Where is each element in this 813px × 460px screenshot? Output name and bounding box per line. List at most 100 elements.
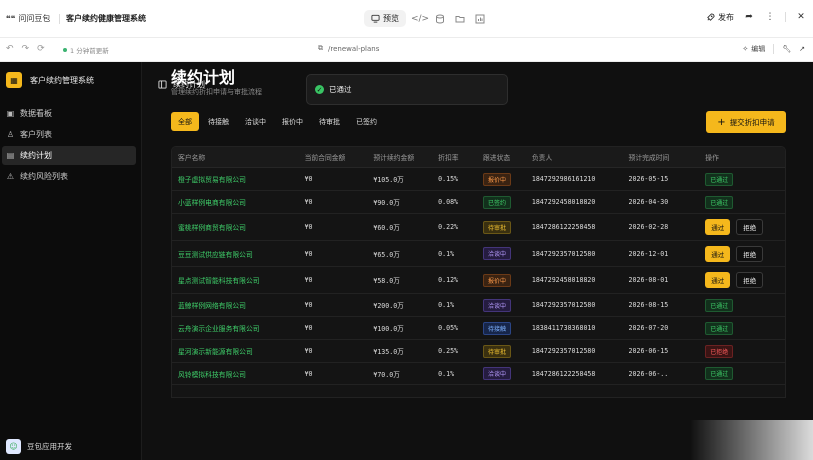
discount-rate: 0.15% <box>438 175 459 183</box>
customer-name-link[interactable]: 橙子虚拟贸易有限公司 <box>172 174 299 184</box>
customer-name-link[interactable]: 星河演示新能源有限公司 <box>172 346 299 356</box>
plus-icon: + <box>717 116 726 128</box>
customer-name-link[interactable]: 小蓝样例电商有限公司 <box>172 197 299 207</box>
warning-icon: ⚠ <box>6 172 15 181</box>
approve-button[interactable]: 通过 <box>705 219 731 235</box>
external-link-icon[interactable]: ↗ <box>799 45 805 53</box>
nav-controls: ↶ ↷ ⟳ <box>6 44 45 54</box>
expected-renewal-amount: ¥200.0万 <box>373 302 404 310</box>
save-status-text: 1 分钟前更新 <box>70 47 109 55</box>
chart-icon[interactable] <box>474 13 486 25</box>
filter-tab-negotiating[interactable]: 洽谈中 <box>238 112 273 131</box>
folder-icon[interactable] <box>454 13 466 25</box>
owner-id: 1847292357012580 <box>531 347 596 355</box>
page-title: 续约计划 <box>171 68 236 87</box>
status-cell: 洽谈中 <box>477 367 526 380</box>
customer-name-link[interactable]: 豆豆测试供应链有限公司 <box>172 249 299 259</box>
database-icon[interactable] <box>434 13 446 25</box>
status-badge: 待审批 <box>483 220 512 234</box>
sidebar-footer[interactable]: ☺ 豆包应用开发 <box>6 439 72 454</box>
preview-button[interactable]: 预览 <box>364 10 406 27</box>
column-header: 折扣率 <box>438 154 459 162</box>
sidebar-brand-name: 客户续约管理系统 <box>30 75 94 85</box>
wrench-icon[interactable]: 🔧︎ <box>782 45 791 53</box>
expected-renewal-amount: ¥58.0万 <box>373 277 400 285</box>
customer-name-link[interactable]: 蓝鲸样例网络有限公司 <box>172 300 299 310</box>
customer-name-link[interactable]: 云舟演示企业服务有限公司 <box>172 323 299 333</box>
owner-id: 1847292357012580 <box>531 301 596 309</box>
status-badge: 报价中 <box>483 172 512 186</box>
more-icon[interactable]: ⋮ <box>764 11 776 23</box>
current-contract-amount: ¥0 <box>304 369 313 378</box>
sidebar-item-label: 客户列表 <box>20 130 52 139</box>
column-header: 预计完成时间 <box>628 154 670 162</box>
discount-rate: 0.1% <box>438 301 455 309</box>
action-cell: 已通过 <box>699 172 785 186</box>
expected-renewal-amount: ¥70.0万 <box>373 370 400 379</box>
due-date: 2026-08-15 <box>628 301 669 309</box>
edit-button[interactable]: ✧ 编辑 <box>742 44 765 54</box>
due-date: 2026-12-01 <box>628 249 669 258</box>
code-icon[interactable]: </> <box>411 13 429 25</box>
close-icon[interactable]: ✕ <box>795 11 807 23</box>
filter-tab-pending-approval[interactable]: 待审批 <box>312 112 347 131</box>
owner-id: 1847292458018820 <box>531 198 596 206</box>
monitor-icon <box>371 14 380 23</box>
approval-result-badge: 已通过 <box>705 321 734 335</box>
sidebar-item-risk-list[interactable]: ⚠ 续约风险列表 <box>2 167 136 186</box>
sidebar-item-renewal-plans[interactable]: ▤ 续约计划 <box>2 146 136 165</box>
column-header: 负责人 <box>531 154 553 162</box>
column-header: 操作 <box>705 154 719 162</box>
sidebar-toggle-icon[interactable] <box>158 80 167 89</box>
divider <box>59 14 60 24</box>
sidebar-menu: ▣ 数据看板 ♙ 客户列表 ▤ 续约计划 ⚠ 续约风险列表 <box>2 104 136 188</box>
sidebar-footer-text: 豆包应用开发 <box>27 442 72 451</box>
refresh-icon[interactable]: ⟳ <box>37 44 45 54</box>
toast-text: 已通过 <box>329 85 352 94</box>
users-icon: ♙ <box>6 130 15 139</box>
reject-button[interactable]: 拒绝 <box>736 272 764 288</box>
top-right-tools: 发布 ➦ ⋮ ✕ <box>706 11 807 23</box>
sidebar-item-label: 续约风险列表 <box>20 172 68 181</box>
status-cell: 洽谈中 <box>477 298 526 312</box>
url-bar[interactable]: ⧉ /renewal-plans <box>318 44 379 53</box>
approval-actions: 通过 拒绝 <box>705 272 785 288</box>
brand-logo-icon: ❝❝ <box>6 14 16 23</box>
submit-discount-request-button[interactable]: + 提交折扣申请 <box>706 111 786 133</box>
approval-actions: 通过 拒绝 <box>705 245 785 262</box>
filter-tab-all[interactable]: 全部 <box>171 112 199 131</box>
sidebar-item-customers[interactable]: ♙ 客户列表 <box>2 125 136 144</box>
action-cell: 通过 拒绝 <box>699 219 785 235</box>
table-row: 蜜桃样例商贸有限公司 ¥0 ¥60.0万 0.22% 待审批 18472861222584… <box>172 214 785 241</box>
customer-name-link[interactable]: 风铃模拟科技有限公司 <box>172 369 299 379</box>
column-header: 当前合同金额 <box>304 154 346 162</box>
table-row: 橙子虚拟贸易有限公司 ¥0 ¥105.0万 0.15% 报价中 1847292986161… <box>172 168 785 191</box>
route-icon: ⧉ <box>318 44 323 52</box>
sidebar-item-dashboard[interactable]: ▣ 数据看板 <box>2 104 136 123</box>
due-date: 2026-08-01 <box>628 276 669 284</box>
action-cell: 通过 拒绝 <box>699 272 785 288</box>
customer-name-link[interactable]: 星点测试智能科技有限公司 <box>172 275 299 285</box>
approve-button[interactable]: 通过 <box>705 272 731 288</box>
undo-icon[interactable]: ↶ <box>6 44 14 54</box>
reject-button[interactable]: 拒绝 <box>736 245 764 262</box>
approval-result-badge: 已拒绝 <box>705 344 734 358</box>
publish-button[interactable]: 发布 <box>706 12 734 23</box>
avatar: ☺ <box>6 439 21 454</box>
owner-id: 1838411738368010 <box>531 324 596 332</box>
filter-tab-quoting[interactable]: 报价中 <box>275 112 310 131</box>
filter-tab-signed[interactable]: 已签约 <box>349 112 384 131</box>
approve-button[interactable]: 通过 <box>705 245 731 262</box>
status-cell: 报价中 <box>477 273 526 287</box>
share-icon[interactable]: ➦ <box>743 11 755 23</box>
brand[interactable]: ❝❝ 问问豆包 <box>6 13 50 24</box>
customer-name-link[interactable]: 蜜桃样例商贸有限公司 <box>172 222 299 232</box>
reject-button[interactable]: 拒绝 <box>736 219 764 235</box>
redo-icon[interactable]: ↷ <box>22 44 30 54</box>
filter-tab-to-contact[interactable]: 待接触 <box>201 112 236 131</box>
address-tools: ✧ 编辑 🔧︎ ↗ <box>742 44 805 54</box>
calendar-icon: ▤ <box>6 151 15 160</box>
approval-result-badge: 已通过 <box>705 298 734 312</box>
discount-rate: 0.1% <box>438 249 455 258</box>
sidebar-brand[interactable]: ▦ 客户续约管理系统 <box>6 72 94 88</box>
